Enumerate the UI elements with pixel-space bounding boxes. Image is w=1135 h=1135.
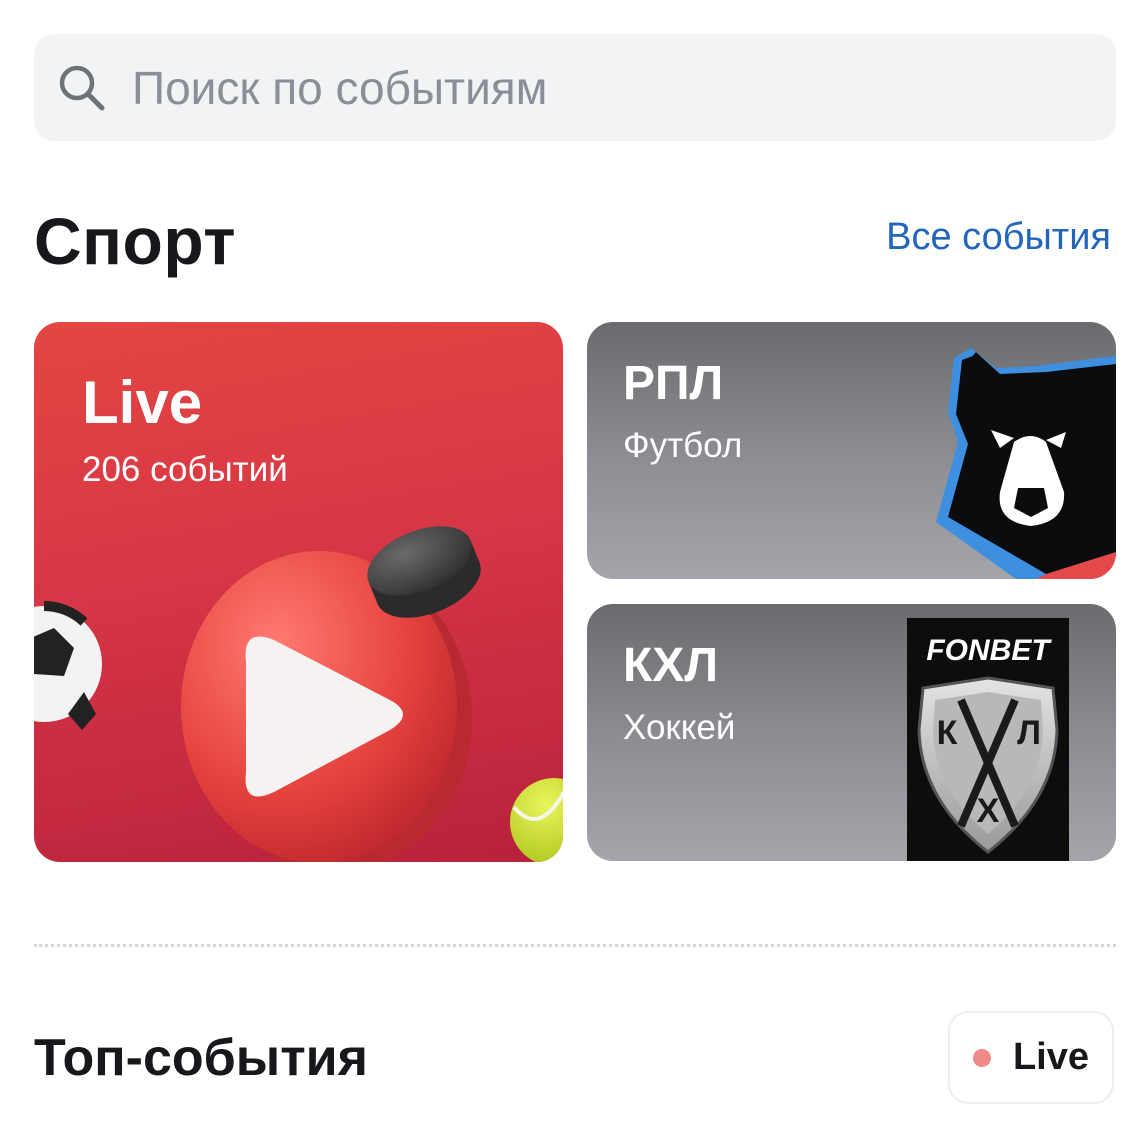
search-icon	[59, 65, 105, 110]
live-filter-chip[interactable]: Live	[948, 1011, 1114, 1104]
live-illustration	[34, 526, 563, 862]
card-rpl-title: РПЛ	[623, 357, 724, 410]
rpl-bear-logo-icon	[936, 348, 1116, 579]
card-khl-title: КХЛ	[623, 639, 718, 692]
card-rpl-subtitle: Футбол	[623, 426, 743, 465]
search-input[interactable]	[130, 59, 1034, 116]
khl-fonbet-logo-icon: FONBET К Л Х	[907, 618, 1069, 861]
section-title-top-events: Топ-события	[34, 1029, 368, 1087]
live-chip-label: Live	[1012, 1036, 1090, 1078]
search-bar[interactable]	[34, 34, 1116, 141]
khl-logo-letter-l: Л	[1017, 714, 1041, 752]
card-khl-subtitle: Хоккей	[623, 708, 736, 747]
tennis-ball-icon	[510, 778, 563, 862]
khl-logo-letter-k: К	[937, 714, 958, 752]
card-live[interactable]: Live 206 событий	[34, 322, 563, 862]
section-divider	[34, 944, 1116, 947]
section-title-sport: Спорт	[34, 204, 237, 278]
khl-logo-letter-kh: Х	[977, 792, 1000, 830]
all-events-link[interactable]: Все события	[886, 216, 1111, 259]
card-khl[interactable]: КХЛ Хоккей FONBET К Л Х	[587, 604, 1116, 861]
khl-logo-brand: FONBET	[926, 634, 1052, 667]
soccer-ball-icon	[34, 601, 102, 730]
card-rpl[interactable]: РПЛ Футбол	[587, 322, 1116, 579]
live-dot-icon	[972, 1048, 991, 1067]
